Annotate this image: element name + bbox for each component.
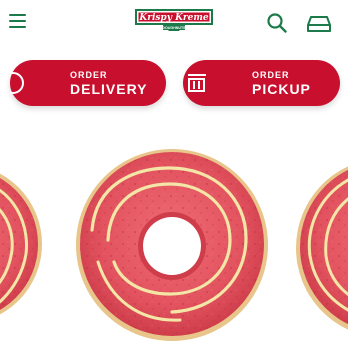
pickup-small-label: ORDER (252, 70, 290, 80)
doughnut-carousel[interactable] (0, 130, 348, 348)
krispy-kreme-logo[interactable]: Krispy Kreme DOUGHNUTS (133, 6, 215, 34)
order-delivery-button[interactable]: ORDER DELIVERY (10, 60, 166, 106)
store-pickup-icon (188, 74, 206, 92)
pickup-big-label: PICKUP (252, 81, 311, 97)
doughnut-left[interactable] (0, 164, 42, 324)
search-icon[interactable] (266, 12, 288, 34)
logo-main-text: Krispy Kreme (138, 13, 209, 23)
logo-sub-text: DOUGHNUTS (162, 26, 186, 30)
delivery-car-icon (10, 72, 24, 94)
hamburger-menu-icon[interactable] (8, 12, 28, 30)
order-tray-icon[interactable] (306, 14, 332, 34)
order-pickup-button[interactable]: ORDER PICKUP (183, 60, 340, 106)
doughnut-right[interactable] (296, 158, 348, 338)
doughnut-center[interactable] (76, 149, 268, 341)
delivery-small-label: ORDER (70, 70, 108, 80)
delivery-big-label: DELIVERY (70, 81, 148, 97)
top-header: Krispy Kreme DOUGHNUTS (0, 0, 348, 48)
